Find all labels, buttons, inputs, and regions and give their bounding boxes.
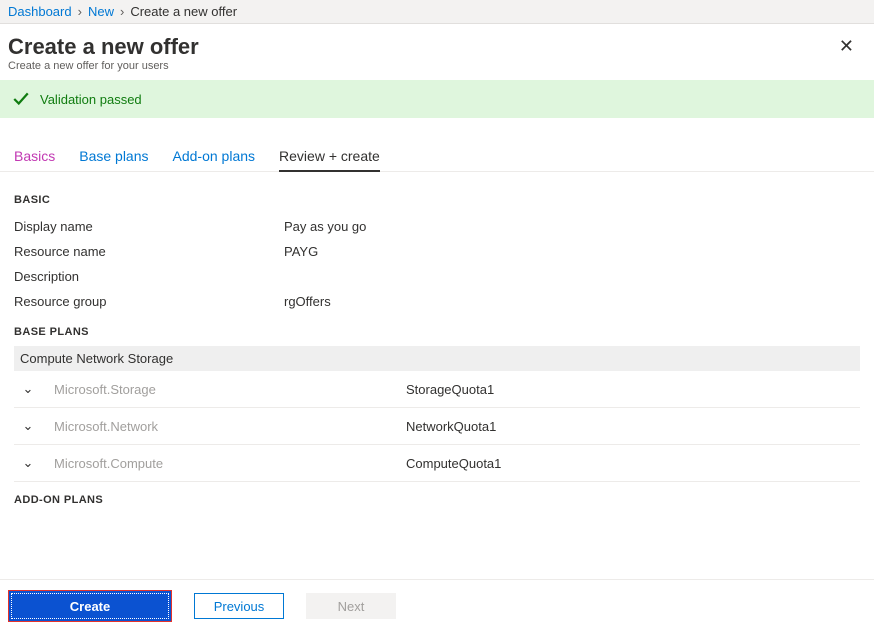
plan-row: ⌄ Microsoft.Network NetworkQuota1 xyxy=(14,408,860,445)
plan-row: ⌄ Microsoft.Storage StorageQuota1 xyxy=(14,371,860,408)
tab-addon-plans[interactable]: Add-on plans xyxy=(173,142,256,172)
chevron-right-icon: › xyxy=(120,4,124,19)
basic-row: Resource name PAYG xyxy=(14,239,860,264)
basic-row: Resource group rgOffers xyxy=(14,289,860,314)
chevron-down-icon: ⌄ xyxy=(23,455,34,470)
footer: Create Previous Next xyxy=(0,579,874,632)
validation-banner: Validation passed xyxy=(0,80,874,118)
plan-quota: NetworkQuota1 xyxy=(406,419,496,434)
create-button[interactable]: Create xyxy=(11,593,169,619)
section-addon-title: ADD-ON PLANS xyxy=(14,494,860,506)
section-baseplans-title: BASE PLANS xyxy=(14,326,860,338)
next-button: Next xyxy=(306,593,396,619)
plan-service: Microsoft.Storage xyxy=(54,382,394,397)
basic-row: Display name Pay as you go xyxy=(14,214,860,239)
basic-key: Resource group xyxy=(14,294,284,309)
basic-key: Description xyxy=(14,269,284,284)
tabs: Basics Base plans Add-on plans Review + … xyxy=(0,118,874,172)
page-title: Create a new offer xyxy=(8,34,199,60)
basic-row: Description xyxy=(14,264,860,289)
expand-toggle[interactable]: ⌄ xyxy=(14,381,42,397)
breadcrumb-item-dashboard[interactable]: Dashboard xyxy=(8,4,72,19)
basic-val: Pay as you go xyxy=(284,219,366,234)
section-basic-title: BASIC xyxy=(14,194,860,206)
expand-toggle[interactable]: ⌄ xyxy=(14,418,42,434)
breadcrumb-item-new[interactable]: New xyxy=(88,4,114,19)
content-area: BASIC Display name Pay as you go Resourc… xyxy=(0,172,874,579)
plan-quota: StorageQuota1 xyxy=(406,382,494,397)
basic-val: PAYG xyxy=(284,244,318,259)
tab-base-plans[interactable]: Base plans xyxy=(79,142,148,172)
plan-group-header: Compute Network Storage xyxy=(14,346,860,371)
basic-key: Resource name xyxy=(14,244,284,259)
tab-basics[interactable]: Basics xyxy=(14,142,55,172)
close-icon: ✕ xyxy=(839,36,854,56)
chevron-down-icon: ⌄ xyxy=(23,418,34,433)
chevron-right-icon: › xyxy=(78,4,82,19)
basic-key: Display name xyxy=(14,219,284,234)
previous-button[interactable]: Previous xyxy=(194,593,284,619)
plan-service: Microsoft.Network xyxy=(54,419,394,434)
breadcrumb: Dashboard › New › Create a new offer xyxy=(0,0,874,24)
page-header: Create a new offer Create a new offer fo… xyxy=(0,24,874,76)
breadcrumb-item-current: Create a new offer xyxy=(130,4,237,19)
plan-row: ⌄ Microsoft.Compute ComputeQuota1 xyxy=(14,445,860,482)
plan-service: Microsoft.Compute xyxy=(54,456,394,471)
create-highlight: Create xyxy=(8,590,172,622)
plan-quota: ComputeQuota1 xyxy=(406,456,501,471)
validation-text: Validation passed xyxy=(40,92,142,107)
close-button[interactable]: ✕ xyxy=(833,34,860,59)
expand-toggle[interactable]: ⌄ xyxy=(14,455,42,471)
checkmark-icon xyxy=(12,90,30,108)
tab-review-create[interactable]: Review + create xyxy=(279,142,380,172)
basic-val: rgOffers xyxy=(284,294,331,309)
page-subtitle: Create a new offer for your users xyxy=(8,60,199,72)
chevron-down-icon: ⌄ xyxy=(23,381,34,396)
